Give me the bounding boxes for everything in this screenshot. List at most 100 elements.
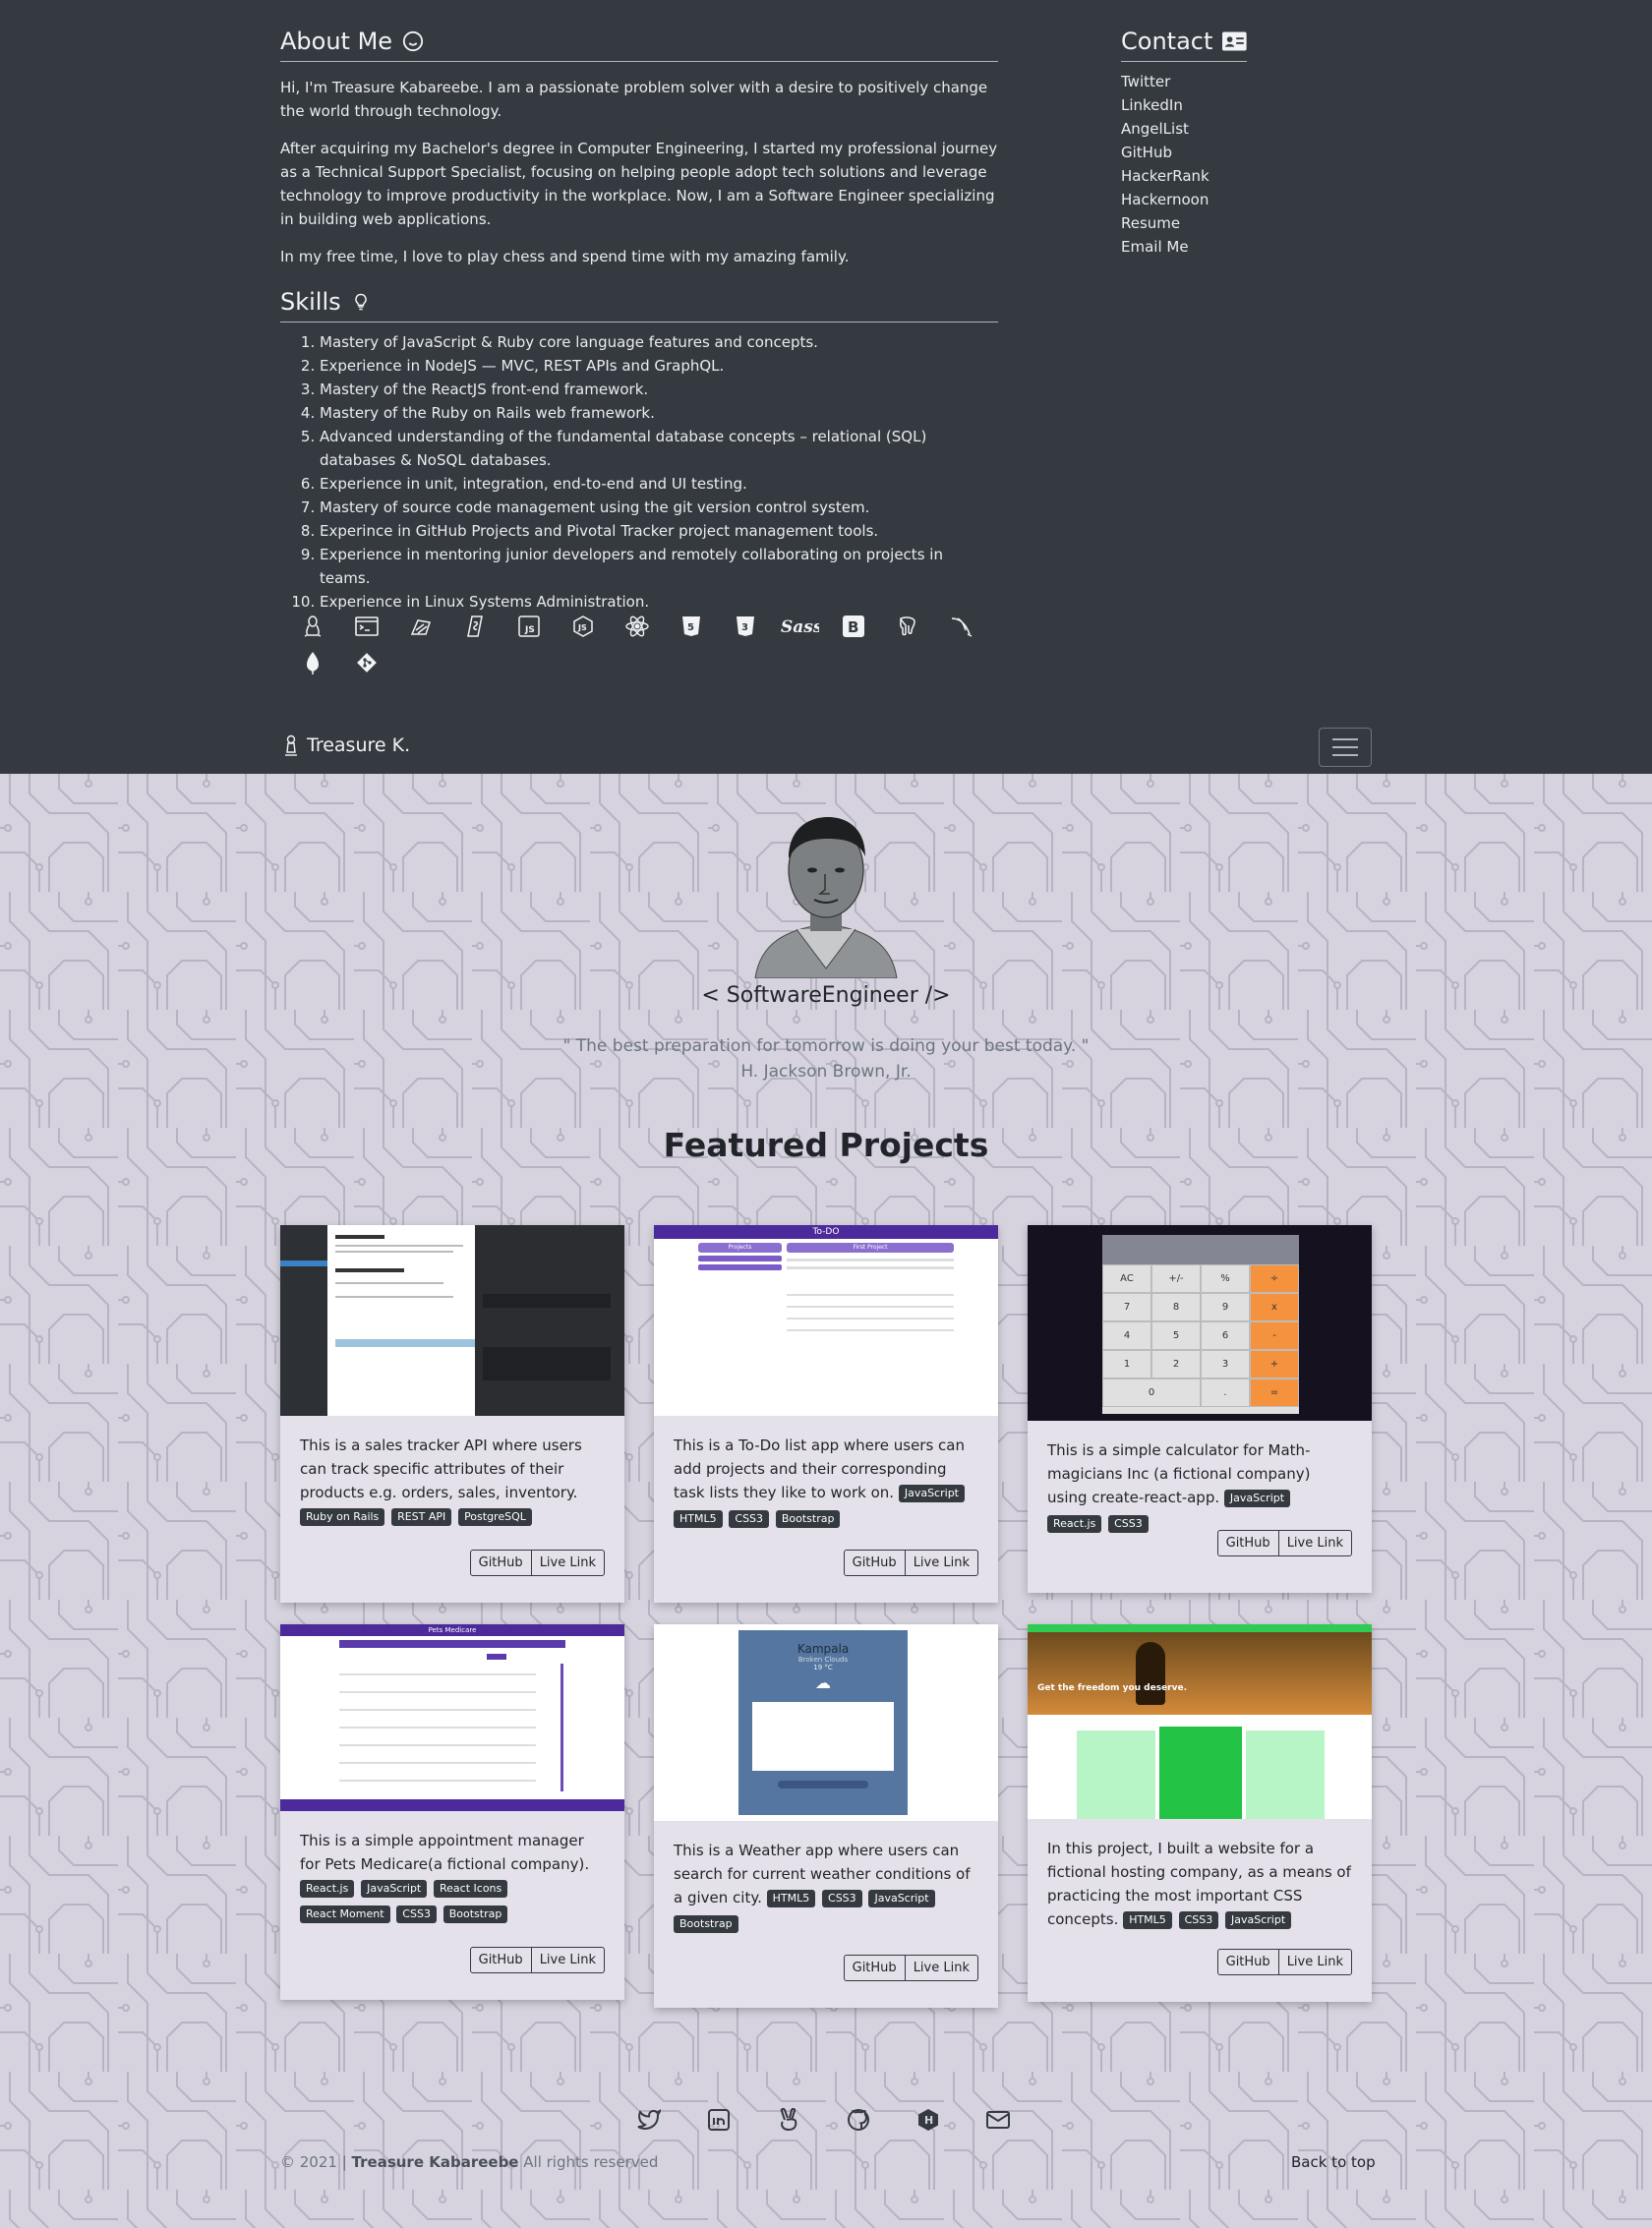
tag-badge: JavaScript bbox=[898, 1485, 965, 1502]
quote-block: " The best preparation for tomorrow is d… bbox=[0, 1033, 1652, 1085]
calculator-key: +/- bbox=[1151, 1264, 1201, 1293]
live-link-button[interactable]: Live Link bbox=[1278, 1530, 1352, 1556]
project-buttons: GitHub Live Link bbox=[1216, 1949, 1352, 1975]
bash-icon bbox=[447, 608, 502, 644]
contact-link-angellist[interactable]: AngelList bbox=[1121, 117, 1247, 141]
about-paragraph: In my free time, I love to play chess an… bbox=[280, 248, 850, 265]
job-title: < SoftwareEngineer /> bbox=[701, 983, 951, 1008]
quote-author: H. Jackson Brown, Jr. bbox=[740, 1062, 912, 1082]
copyright-year: © 2021 bbox=[280, 2153, 337, 2171]
calculator-key: x bbox=[1250, 1293, 1299, 1321]
github-button[interactable]: GitHub bbox=[1216, 1530, 1279, 1556]
quote-text: " The best preparation for tomorrow is d… bbox=[562, 1036, 1090, 1056]
project-screenshot: Kampala Broken Clouds 19 °C ☁ bbox=[654, 1624, 998, 1821]
github-button[interactable]: GitHub bbox=[843, 1550, 906, 1576]
tag-badge: Ruby on Rails bbox=[300, 1508, 385, 1526]
smile-icon bbox=[402, 30, 424, 52]
calculator-key: AC bbox=[1102, 1264, 1151, 1293]
tag-badge: React Moment bbox=[300, 1906, 390, 1923]
pets-header: Pets Medicare bbox=[280, 1624, 624, 1636]
react-icon bbox=[610, 608, 664, 644]
weather-city: Kampala bbox=[796, 1642, 850, 1656]
skills-list: Mastery of JavaScript & Ruby core langua… bbox=[280, 330, 998, 614]
tag-badge: JavaScript bbox=[361, 1880, 428, 1898]
project-description: This is a Weather app where users can se… bbox=[654, 1821, 998, 1937]
contact-link-twitter[interactable]: Twitter bbox=[1121, 70, 1247, 93]
project-text: This is a simple appointment manager for… bbox=[300, 1832, 590, 1873]
github-icon[interactable] bbox=[845, 2106, 872, 2134]
live-link-button[interactable]: Live Link bbox=[531, 1550, 605, 1576]
tag-badge: CSS3 bbox=[729, 1510, 770, 1528]
calculator-key: 2 bbox=[1151, 1350, 1201, 1378]
contact-link-email[interactable]: Email Me bbox=[1121, 235, 1247, 259]
contact-card-icon bbox=[1222, 31, 1247, 51]
live-link-button[interactable]: Live Link bbox=[531, 1947, 605, 1973]
contact-link-resume[interactable]: Resume bbox=[1121, 211, 1247, 235]
calculator-key: 3 bbox=[1201, 1350, 1250, 1378]
project-buttons: GitHub Live Link bbox=[843, 1550, 978, 1576]
live-link-button[interactable]: Live Link bbox=[1278, 1949, 1352, 1975]
skill-item: Experience in NodeJS — MVC, REST APIs an… bbox=[320, 354, 998, 378]
copyright-name: Treasure Kabareebe bbox=[351, 2153, 519, 2171]
github-button[interactable]: GitHub bbox=[843, 1955, 906, 1981]
hackerrank-icon[interactable]: H bbox=[914, 2106, 942, 2134]
svg-text:Sass: Sass bbox=[781, 617, 819, 637]
skills-title-text: Skills bbox=[280, 288, 341, 316]
tag-badge: CSS3 bbox=[822, 1890, 862, 1907]
navbar-brand[interactable]: Treasure K. bbox=[283, 734, 410, 756]
project-card: Get the freedom you deserve. In this pro… bbox=[1028, 1624, 1372, 2002]
contact-link-github[interactable]: GitHub bbox=[1121, 141, 1247, 164]
calculator-key: . bbox=[1201, 1378, 1250, 1407]
live-link-button[interactable]: Live Link bbox=[905, 1550, 978, 1576]
bootstrap-icon: B bbox=[826, 608, 880, 644]
email-icon[interactable] bbox=[984, 2106, 1012, 2134]
project-text: This is a sales tracker API where users … bbox=[300, 1436, 582, 1501]
linkedin-icon[interactable] bbox=[705, 2106, 733, 2134]
todo-header: To-DO bbox=[654, 1225, 998, 1239]
github-button[interactable]: GitHub bbox=[1216, 1949, 1279, 1975]
tag-badge: CSS3 bbox=[1108, 1515, 1149, 1533]
about-title: About Me bbox=[280, 28, 998, 62]
tag-badge: JavaScript bbox=[1223, 1490, 1291, 1507]
project-screenshot bbox=[280, 1225, 624, 1416]
calculator-key: + bbox=[1250, 1350, 1299, 1378]
contact-link-linkedin[interactable]: LinkedIn bbox=[1121, 93, 1247, 117]
angellist-icon[interactable] bbox=[775, 2106, 802, 2134]
skill-item: Experience in unit, integration, end-to-… bbox=[320, 472, 998, 496]
project-buttons: GitHub Live Link bbox=[469, 1550, 605, 1576]
contact-link-hackernoon[interactable]: Hackernoon bbox=[1121, 188, 1247, 211]
github-button[interactable]: GitHub bbox=[469, 1947, 532, 1973]
tag-badge: JavaScript bbox=[1225, 1911, 1292, 1929]
live-link-button[interactable]: Live Link bbox=[905, 1955, 978, 1981]
project-buttons: GitHub Live Link bbox=[843, 1955, 978, 1981]
github-button[interactable]: GitHub bbox=[469, 1550, 532, 1576]
tag-badge: React.js bbox=[300, 1880, 355, 1898]
contact-link-hackerrank[interactable]: HackerRank bbox=[1121, 164, 1247, 188]
calculator-key: 7 bbox=[1102, 1293, 1151, 1321]
skill-item: Advanced understanding of the fundamenta… bbox=[320, 425, 998, 472]
mysql-icon bbox=[934, 608, 988, 644]
svg-text:JS: JS bbox=[524, 625, 535, 635]
navbar-toggler-button[interactable] bbox=[1319, 728, 1372, 767]
back-to-top-link[interactable]: Back to top bbox=[1291, 2153, 1376, 2171]
project-description: In this project, I built a website for a… bbox=[1028, 1819, 1372, 1933]
svg-text:H: H bbox=[924, 2114, 933, 2127]
tag-badge: HTML5 bbox=[1123, 1911, 1172, 1929]
about-title-text: About Me bbox=[280, 28, 393, 55]
twitter-icon[interactable] bbox=[635, 2106, 663, 2134]
calculator-key: 1 bbox=[1102, 1350, 1151, 1378]
calculator-key: 6 bbox=[1201, 1321, 1250, 1350]
project-card: Pets Medicare This is a simple appointme… bbox=[280, 1624, 624, 2000]
tag-badge: HTML5 bbox=[766, 1890, 816, 1907]
mongodb-icon bbox=[285, 644, 339, 680]
debian-icon bbox=[393, 608, 447, 644]
tech-icons: JS JS 5 3 Sass B bbox=[285, 608, 1032, 680]
tag-badge: HTML5 bbox=[674, 1510, 723, 1528]
sass-icon: Sass bbox=[772, 608, 826, 644]
tag-badge: JavaScript bbox=[868, 1890, 935, 1907]
calculator-key: = bbox=[1250, 1378, 1299, 1407]
todo-first-project-pill: First Project bbox=[787, 1243, 954, 1253]
project-description: This is a sales tracker API where users … bbox=[280, 1416, 624, 1530]
css3-icon: 3 bbox=[718, 608, 772, 644]
project-description: This is a simple calculator for Math-mag… bbox=[1028, 1421, 1372, 1537]
